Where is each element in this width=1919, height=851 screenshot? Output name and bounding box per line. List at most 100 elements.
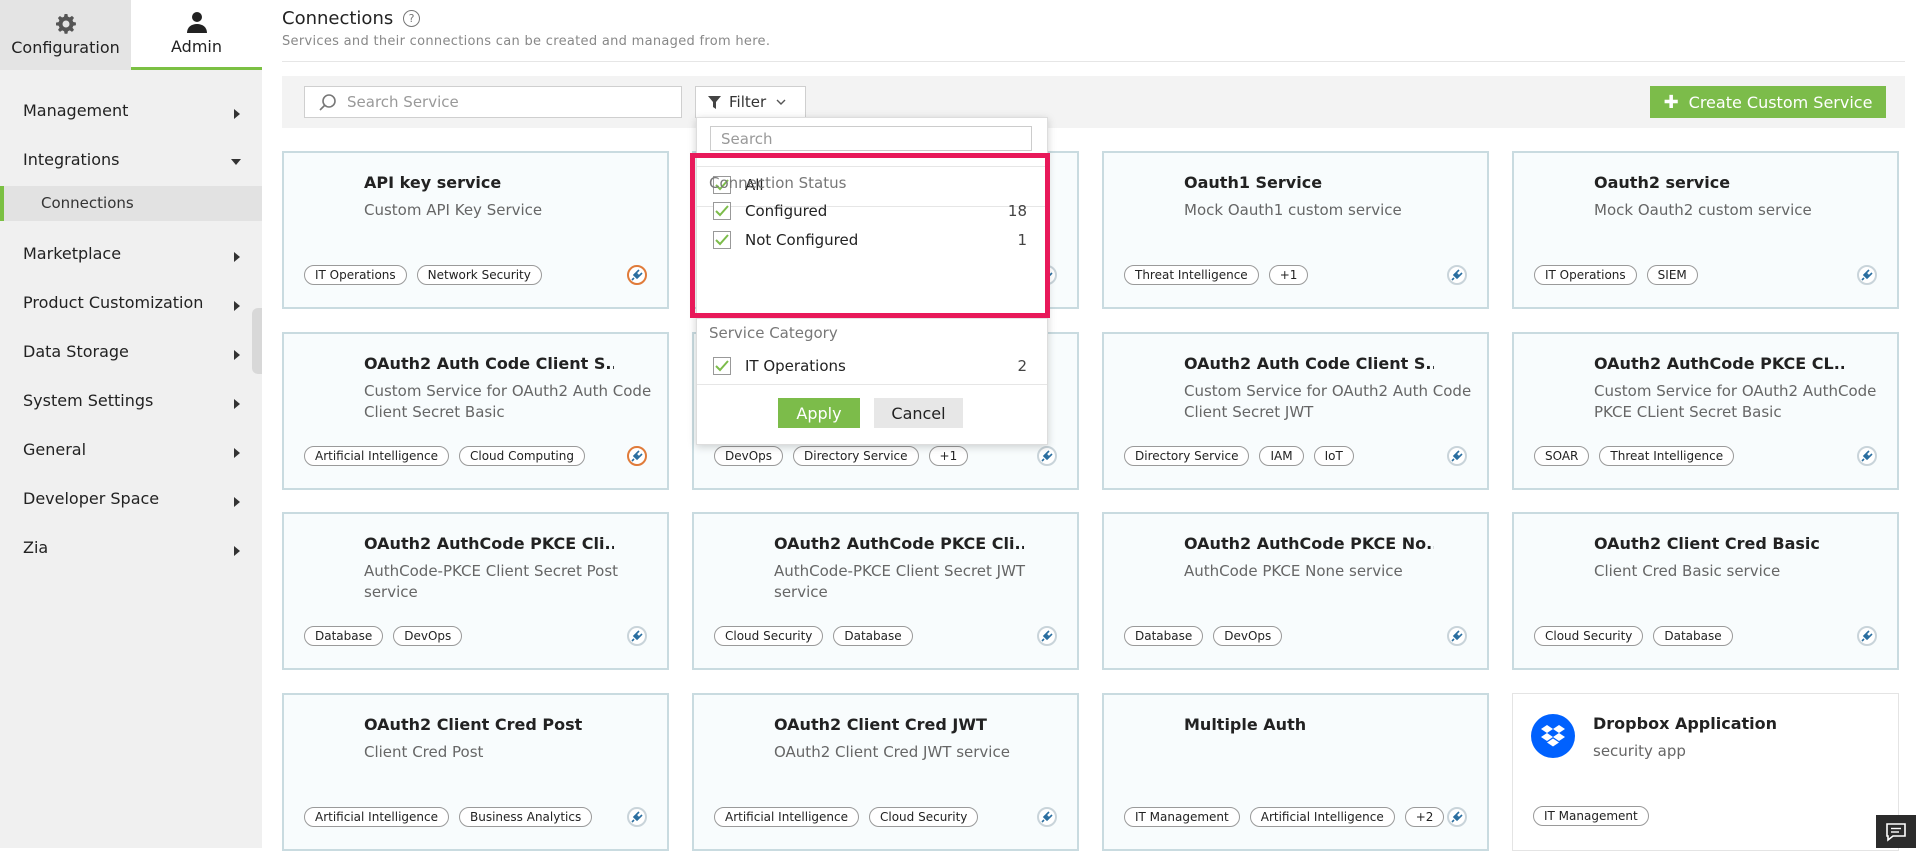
plug-icon[interactable] bbox=[1447, 626, 1467, 646]
service-card[interactable]: OAuth2 Auth Code Client S... Custom Servi… bbox=[1102, 332, 1489, 490]
service-card-title: OAuth2 AuthCode PKCE CL... bbox=[1594, 354, 1844, 373]
sidebar-item-label: General bbox=[23, 440, 87, 459]
service-card[interactable]: Oauth1 Service Mock Oauth1 custom service… bbox=[1102, 151, 1489, 309]
service-card[interactable]: OAuth2 Client Cred Basic Client Cred Basi… bbox=[1512, 512, 1899, 670]
sidebar-item-general[interactable]: General bbox=[0, 427, 262, 476]
dropbox-icon bbox=[1531, 714, 1575, 758]
top-nav: Configuration Admin bbox=[0, 0, 262, 70]
sidebar-item-management[interactable]: Management bbox=[0, 88, 262, 137]
filter-option-count: 2 bbox=[1017, 357, 1027, 375]
service-card[interactable]: OAuth2 Auth Code Client S... Custom Servi… bbox=[282, 332, 669, 490]
connection-status-heading: Connection Status bbox=[709, 174, 847, 192]
category-tag: Threat Intelligence bbox=[1599, 446, 1735, 466]
cancel-button[interactable]: Cancel bbox=[874, 398, 963, 428]
sidebar-item-label: System Settings bbox=[23, 391, 154, 410]
service-card-title: OAuth2 Client Cred JWT bbox=[774, 715, 987, 734]
service-card-title: Oauth2 service bbox=[1594, 173, 1731, 192]
filter-button-label: Filter bbox=[729, 93, 767, 111]
sidebar-item-system-settings[interactable]: System Settings bbox=[0, 378, 262, 427]
filter-button[interactable]: Filter bbox=[695, 86, 806, 118]
filter-search-input[interactable]: Search bbox=[710, 126, 1032, 151]
service-card-tags: IT Operations SIEM bbox=[1534, 265, 1708, 285]
service-card[interactable]: OAuth2 AuthCode PKCE CL... Custom Service… bbox=[1512, 332, 1899, 490]
caret-right-icon bbox=[234, 448, 240, 458]
filter-divider bbox=[697, 384, 1047, 385]
category-tag: IT Operations bbox=[304, 265, 407, 285]
plug-icon[interactable] bbox=[1037, 626, 1057, 646]
service-card[interactable]: OAuth2 AuthCode PKCE Cli... AuthCode-PKCE… bbox=[282, 512, 669, 670]
plug-icon[interactable] bbox=[627, 446, 647, 466]
category-tag: Cloud Security bbox=[869, 807, 979, 827]
service-card-description: Mock Oauth1 custom service bbox=[1184, 201, 1402, 219]
service-card[interactable]: OAuth2 AuthCode PKCE Cli... AuthCode-PKCE… bbox=[692, 512, 1079, 670]
service-card-description: security app bbox=[1593, 742, 1686, 760]
plug-icon[interactable] bbox=[627, 807, 647, 827]
category-tag[interactable]: +1 bbox=[1268, 265, 1309, 285]
sidebar-item-zia[interactable]: Zia bbox=[0, 525, 262, 574]
category-tag: Database bbox=[1653, 626, 1733, 646]
sidebar-item-product-customization[interactable]: Product Customization bbox=[0, 280, 262, 329]
service-card-tags: IT Management Artificial Intelligence +2 bbox=[1124, 807, 1454, 827]
chat-button[interactable] bbox=[1876, 815, 1916, 848]
sidebar-item-integrations[interactable]: Integrations bbox=[0, 137, 262, 186]
sidebar-item-label: Data Storage bbox=[23, 342, 129, 361]
caret-right-icon bbox=[234, 252, 240, 262]
create-custom-service-button[interactable]: ✚ Create Custom Service bbox=[1650, 86, 1886, 118]
sidebar-item-label: Marketplace bbox=[23, 244, 122, 263]
sidebar: Configuration Admin Management Integrati… bbox=[0, 0, 262, 848]
plus-icon: ✚ bbox=[1663, 91, 1679, 113]
sidebar-item-marketplace[interactable]: Marketplace bbox=[0, 231, 262, 280]
tab-configuration[interactable]: Configuration bbox=[0, 0, 131, 70]
gear-icon bbox=[55, 13, 76, 34]
service-card-tags: Database DevOps bbox=[1124, 626, 1292, 646]
sidebar-collapse-handle[interactable] bbox=[252, 308, 262, 374]
plug-icon[interactable] bbox=[1447, 807, 1467, 827]
category-tag[interactable]: +1 bbox=[928, 446, 969, 466]
filter-option-configured[interactable]: Configured 18 bbox=[697, 196, 1047, 226]
plug-icon[interactable] bbox=[1447, 265, 1467, 285]
filter-option-count: 1 bbox=[1017, 231, 1027, 249]
service-card[interactable]: API key service Custom API Key Service IT … bbox=[282, 151, 669, 309]
plug-icon[interactable] bbox=[1857, 265, 1877, 285]
tab-admin[interactable]: Admin bbox=[131, 0, 262, 70]
help-icon[interactable]: ? bbox=[403, 10, 420, 27]
checkbox-checked-icon[interactable] bbox=[713, 357, 731, 375]
service-card-title: Multiple Auth bbox=[1184, 715, 1307, 734]
service-card[interactable]: Dropbox Application security app IT Manage… bbox=[1512, 693, 1899, 851]
plug-icon[interactable] bbox=[1037, 807, 1057, 827]
service-card-tags: Artificial Intelligence Business Analytic… bbox=[304, 807, 602, 827]
caret-right-icon bbox=[234, 497, 240, 507]
sidebar-item-developer-space[interactable]: Developer Space bbox=[0, 476, 262, 525]
plug-icon[interactable] bbox=[627, 626, 647, 646]
plug-icon[interactable] bbox=[1447, 446, 1467, 466]
plug-icon[interactable] bbox=[1037, 446, 1057, 466]
category-tag: IoT bbox=[1313, 446, 1354, 466]
sidebar-item-data-storage[interactable]: Data Storage bbox=[0, 329, 262, 378]
service-card[interactable]: OAuth2 Client Cred JWT OAuth2 Client Cred… bbox=[692, 693, 1079, 851]
search-input[interactable] bbox=[345, 92, 669, 112]
sidebar-item-connections[interactable]: Connections bbox=[0, 186, 262, 221]
category-tag: Cloud Computing bbox=[459, 446, 585, 466]
filter-option-label: IT Operations bbox=[745, 357, 846, 375]
service-card-title: OAuth2 AuthCode PKCE Cli... bbox=[364, 534, 614, 553]
filter-option-not-configured[interactable]: Not Configured 1 bbox=[697, 225, 1047, 255]
service-card[interactable]: Multiple Auth IT Management Artificial Int… bbox=[1102, 693, 1489, 851]
service-card-description: OAuth2 Client Cred JWT service bbox=[774, 743, 1010, 761]
checkbox-checked-icon[interactable] bbox=[713, 231, 731, 249]
service-card[interactable]: OAuth2 AuthCode PKCE No... AuthCode PKCE … bbox=[1102, 512, 1489, 670]
header-divider bbox=[282, 61, 1905, 62]
checkbox-checked-icon[interactable] bbox=[713, 202, 731, 220]
category-tag: Database bbox=[304, 626, 384, 646]
category-tag[interactable]: +2 bbox=[1404, 807, 1445, 827]
filter-option-label: Not Configured bbox=[745, 231, 859, 249]
page-subtitle: Services and their connections can be cr… bbox=[282, 34, 771, 49]
apply-button[interactable]: Apply bbox=[778, 398, 860, 428]
plug-icon[interactable] bbox=[1857, 626, 1877, 646]
plug-icon[interactable] bbox=[627, 265, 647, 285]
plug-icon[interactable] bbox=[1857, 446, 1877, 466]
service-card[interactable]: Oauth2 service Mock Oauth2 custom service… bbox=[1512, 151, 1899, 309]
service-card[interactable]: OAuth2 Client Cred Post Client Cred Post A… bbox=[282, 693, 669, 851]
category-tag: Database bbox=[1124, 626, 1204, 646]
toolbar: Filter ✚ Create Custom Service bbox=[282, 76, 1905, 128]
filter-option-it-operations[interactable]: IT Operations 2 bbox=[697, 351, 1047, 381]
